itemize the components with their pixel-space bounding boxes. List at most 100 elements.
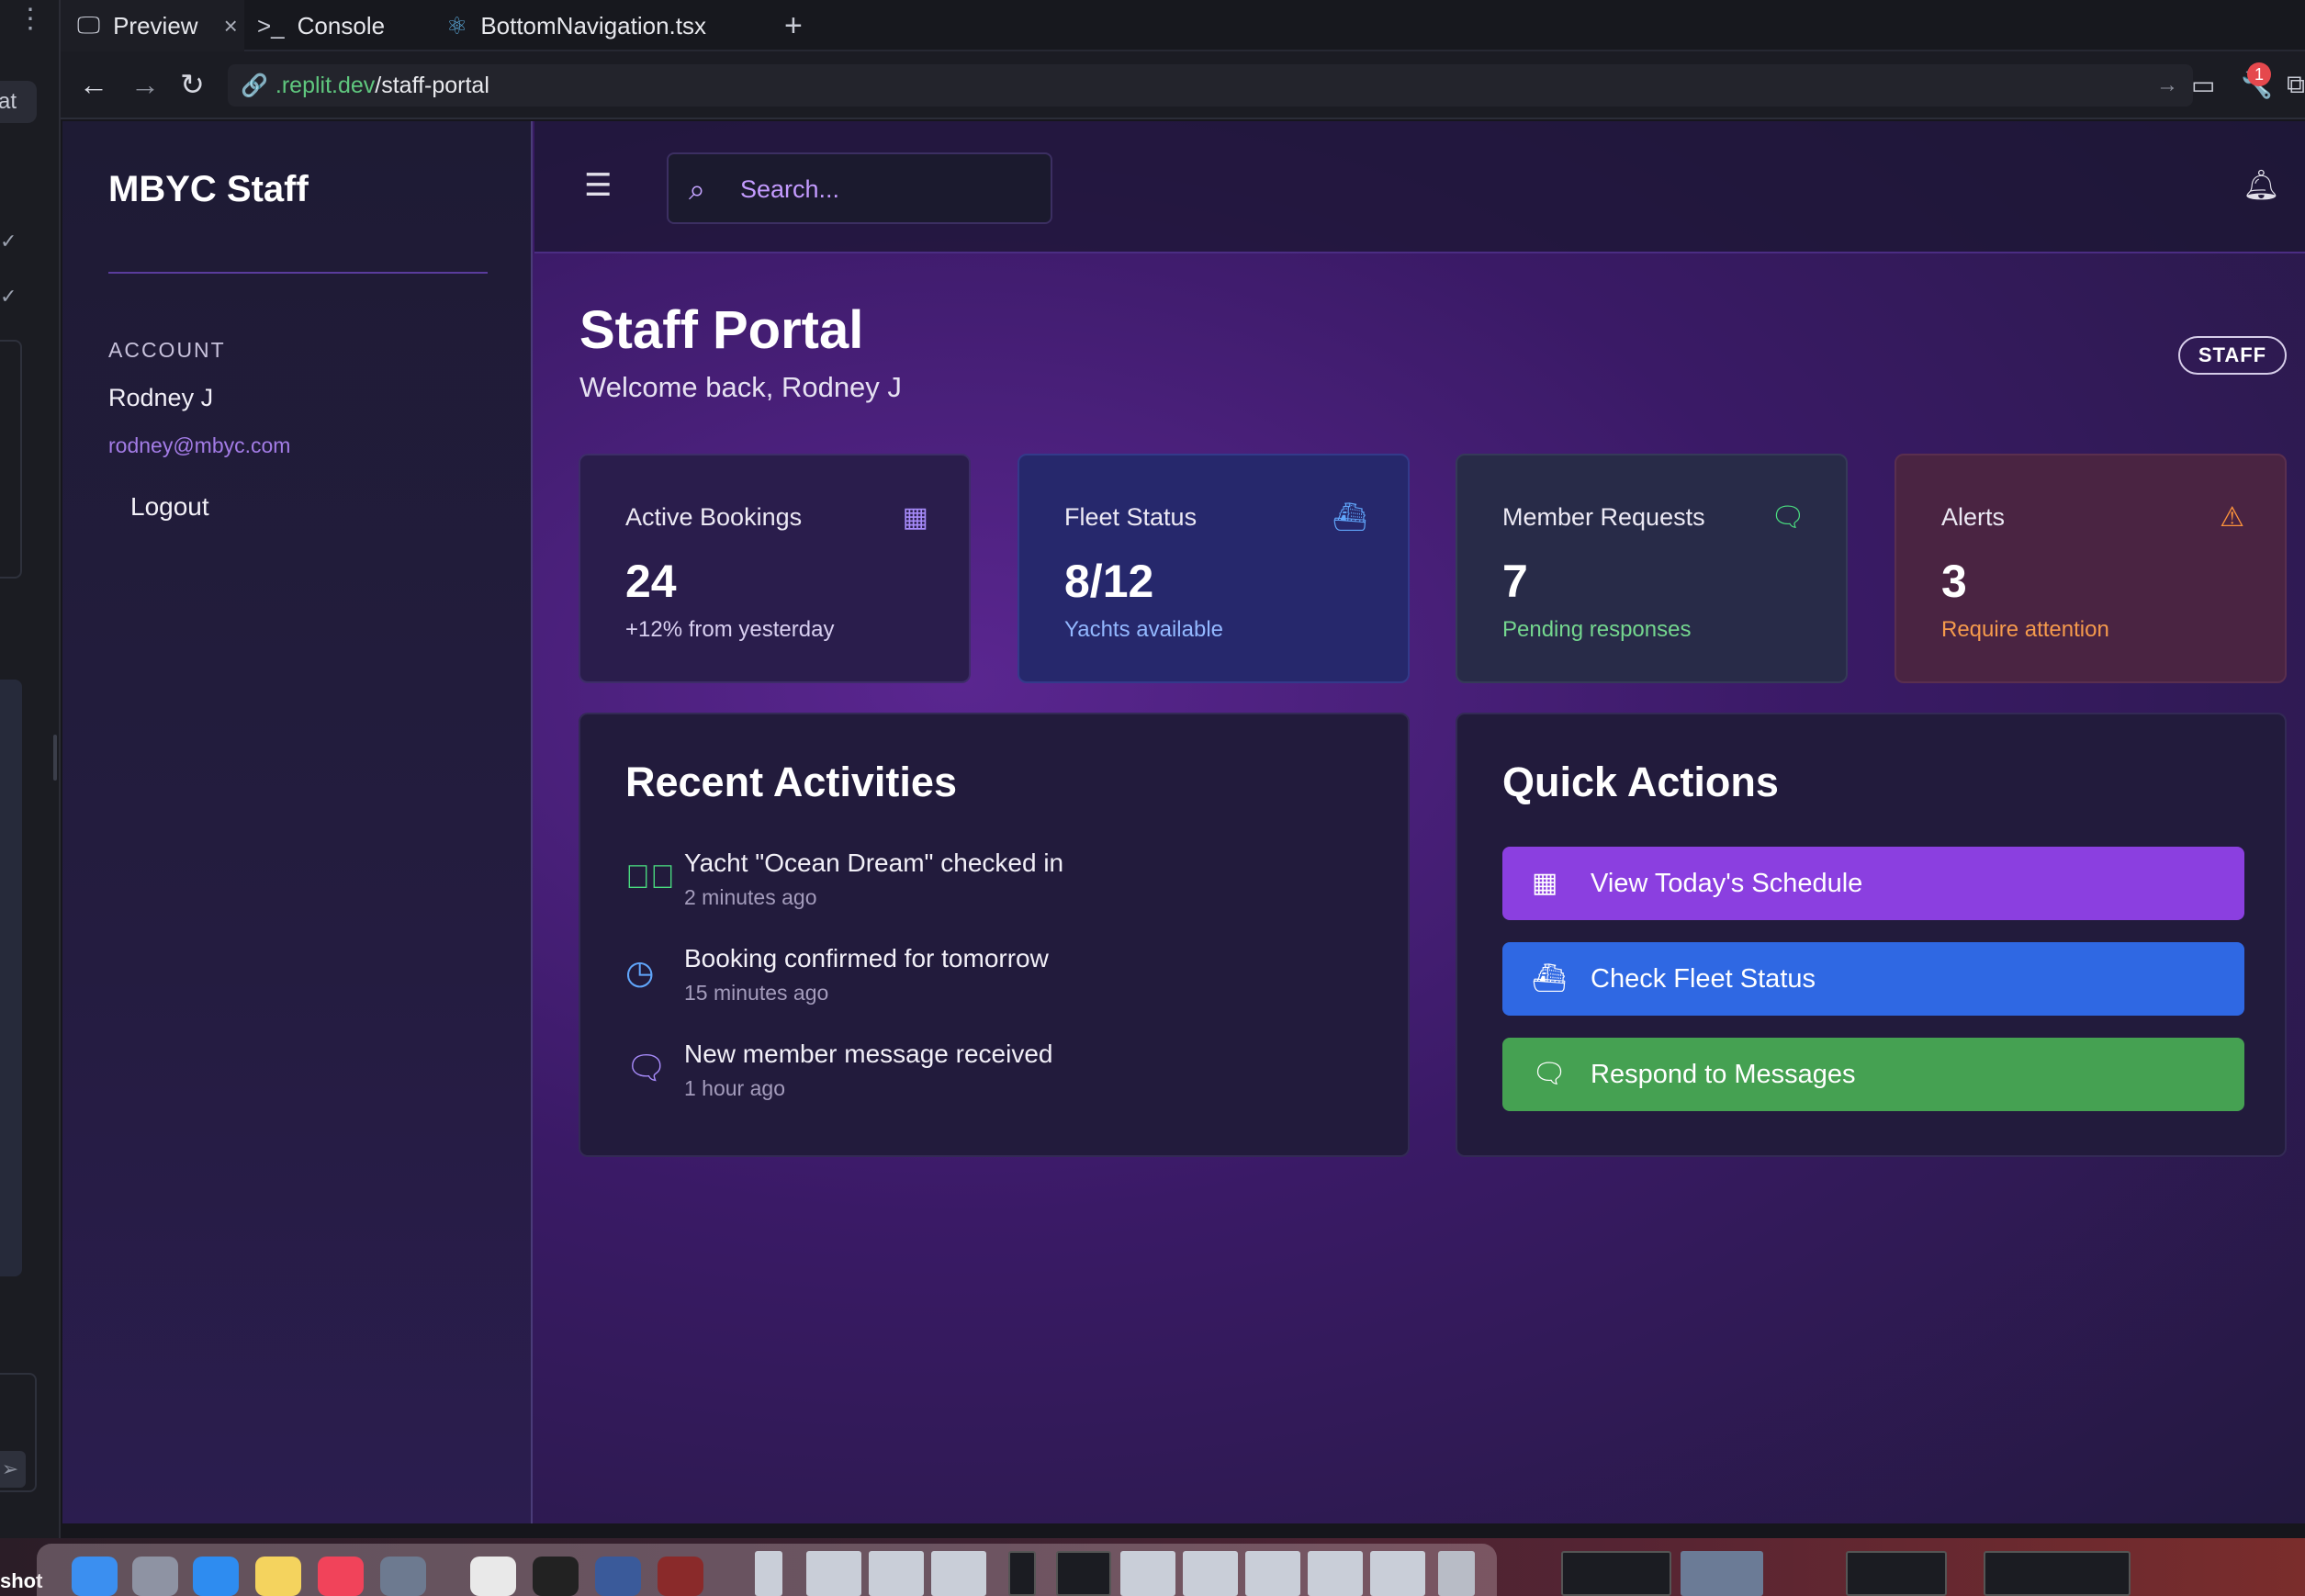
device-icon[interactable]: ▭ bbox=[2191, 70, 2215, 100]
bell-icon[interactable]: 🔔︎ bbox=[2243, 167, 2280, 202]
alert-triangle-icon: ⚠ bbox=[2220, 502, 2244, 533]
dock-thumbnail[interactable] bbox=[1370, 1551, 1425, 1596]
dock-thumbnail[interactable] bbox=[1245, 1551, 1300, 1596]
stat-label: Active Bookings bbox=[625, 503, 803, 531]
dictionary-icon[interactable] bbox=[658, 1557, 703, 1596]
resize-handle[interactable] bbox=[53, 735, 57, 781]
stat-label: Alerts bbox=[1941, 503, 2006, 531]
forward-arrow-icon[interactable]: → bbox=[130, 66, 160, 103]
terminal-icon: >_ bbox=[257, 11, 285, 39]
ship-icon: ⛴ bbox=[1532, 963, 1568, 994]
activity-item: 🗨 New member message received 1 hour ago bbox=[625, 1040, 1360, 1113]
logout-button[interactable]: Logout bbox=[130, 492, 209, 522]
finder-icon[interactable] bbox=[72, 1557, 118, 1596]
activity-time: 2 minutes ago bbox=[684, 885, 817, 909]
quick-actions-panel: Quick Actions ▦ View Today's Schedule ⛴ … bbox=[1456, 713, 2287, 1157]
stat-value: 8/12 bbox=[1064, 556, 1154, 607]
page-subtitle: Welcome back, Rodney J bbox=[579, 371, 902, 403]
macos-dock: shot bbox=[0, 1538, 2305, 1596]
safari-icon[interactable] bbox=[193, 1557, 239, 1596]
app-icon[interactable] bbox=[533, 1557, 579, 1596]
activity-text: New member message received bbox=[684, 1040, 1053, 1068]
dock-thumbnail[interactable] bbox=[1846, 1551, 1947, 1596]
external-link-icon[interactable]: ⧉ bbox=[2287, 70, 2305, 100]
stat-label: Member Requests bbox=[1502, 503, 1705, 531]
url-domain: .replit.dev bbox=[275, 72, 376, 98]
address-bar: ← → ↻ 🔗 .replit.dev /staff-portal → ▭ 🔧 … bbox=[61, 51, 2305, 119]
tab-console[interactable]: >_ Console bbox=[257, 0, 441, 51]
chat-tab[interactable]: at bbox=[0, 81, 37, 123]
dock-thumbnail[interactable] bbox=[806, 1551, 861, 1596]
message-icon: 🗨 bbox=[625, 1049, 668, 1086]
tab-bar: 🖵 Preview × >_ Console ⚛ BottomNavigatio… bbox=[61, 0, 2305, 51]
dock-thumbnail[interactable] bbox=[931, 1551, 986, 1596]
send-icon[interactable]: ➢ bbox=[0, 1451, 26, 1488]
activity-item: ◷ Booking confirmed for tomorrow 15 minu… bbox=[625, 944, 1360, 1017]
launchpad-icon[interactable] bbox=[132, 1557, 178, 1596]
url-field[interactable]: 🔗 .replit.dev /staff-portal → bbox=[228, 64, 2193, 107]
clock-icon: ◷ bbox=[625, 953, 655, 991]
activity-text: Yacht "Ocean Dream" checked in bbox=[684, 849, 1064, 877]
notes-icon[interactable] bbox=[255, 1557, 301, 1596]
check-fleet-button[interactable]: ⛴ Check Fleet Status bbox=[1502, 942, 2244, 1016]
preview-icon[interactable] bbox=[380, 1557, 426, 1596]
recent-activities-panel: Recent Activities ✓⃝ Yacht "Ocean Dream"… bbox=[579, 713, 1410, 1157]
search-icon: ⌕ bbox=[689, 173, 705, 206]
monitor-icon: 🖵 bbox=[77, 11, 101, 39]
activity-text: Booking confirmed for tomorrow bbox=[684, 944, 1049, 972]
screen: ⋮ at ✓ ✓ ➢ 🖵 Preview × >_ Console ⚛ Bott… bbox=[0, 0, 2305, 1596]
dock-thumbnail[interactable] bbox=[1183, 1551, 1238, 1596]
reload-icon[interactable]: ↻ bbox=[180, 66, 205, 103]
check-icon: ✓ bbox=[0, 285, 17, 308]
back-arrow-icon[interactable]: ← bbox=[79, 66, 108, 103]
activity-time: 1 hour ago bbox=[684, 1076, 785, 1100]
menu-icon[interactable]: ☰ bbox=[584, 167, 612, 204]
brand-title: MBYC Staff bbox=[108, 169, 309, 209]
account-heading: ACCOUNT bbox=[108, 338, 226, 362]
more-vertical-icon[interactable]: ⋮ bbox=[17, 6, 44, 44]
check-circle-icon: ✓⃝ bbox=[625, 858, 675, 895]
button-label: View Today's Schedule bbox=[1591, 869, 1863, 898]
side-card bbox=[0, 340, 22, 579]
dock-thumbnail[interactable] bbox=[869, 1551, 924, 1596]
stat-value: 3 bbox=[1941, 556, 1967, 607]
divider bbox=[108, 272, 488, 274]
trash-icon[interactable] bbox=[1438, 1551, 1475, 1596]
tab-bottom-navigation[interactable]: ⚛ BottomNavigation.tsx bbox=[446, 0, 768, 51]
dock-thumbnail[interactable] bbox=[755, 1551, 782, 1596]
open-arrow-icon[interactable]: → bbox=[2156, 73, 2178, 98]
notification-badge: 1 bbox=[2247, 62, 2271, 86]
dock-thumbnail[interactable] bbox=[1120, 1551, 1175, 1596]
app-icon[interactable] bbox=[595, 1557, 641, 1596]
dock-thumbnail[interactable] bbox=[1681, 1551, 1763, 1596]
new-tab-button[interactable]: + bbox=[784, 0, 803, 51]
sidebar: MBYC Staff ACCOUNT Rodney J rodney@mbyc.… bbox=[62, 121, 533, 1523]
search-input[interactable] bbox=[740, 171, 1034, 208]
dock-thumbnail[interactable] bbox=[1984, 1551, 2131, 1596]
user-name: Rodney J bbox=[108, 384, 214, 411]
ide-side-panel: ⋮ at ✓ ✓ ➢ bbox=[0, 0, 61, 1538]
music-icon[interactable] bbox=[318, 1557, 364, 1596]
tab-label: Preview bbox=[113, 11, 198, 39]
activity-time: 15 minutes ago bbox=[684, 981, 829, 1005]
view-schedule-button[interactable]: ▦ View Today's Schedule bbox=[1502, 847, 2244, 920]
tab-preview[interactable]: 🖵 Preview × bbox=[61, 0, 244, 51]
stat-value: 24 bbox=[625, 556, 677, 607]
dock-thumbnail[interactable] bbox=[1056, 1551, 1111, 1596]
stat-card-member-requests: Member Requests 🗨 7 Pending responses bbox=[1456, 454, 1848, 683]
url-path: /staff-portal bbox=[375, 72, 489, 98]
role-badge: STAFF bbox=[2178, 336, 2287, 375]
message-icon: 🗨 bbox=[1532, 1059, 1568, 1089]
stat-subtext: Require attention bbox=[1941, 617, 2109, 642]
chrome-icon[interactable] bbox=[470, 1557, 516, 1596]
stat-subtext: Yachts available bbox=[1064, 617, 1223, 642]
dock-thumbnail[interactable] bbox=[1561, 1551, 1671, 1596]
respond-messages-button[interactable]: 🗨 Respond to Messages bbox=[1502, 1038, 2244, 1111]
dock-thumbnail[interactable] bbox=[1308, 1551, 1363, 1596]
search-box[interactable]: ⌕ bbox=[667, 152, 1052, 224]
panel-title: Recent Activities bbox=[625, 759, 957, 805]
dock-thumbnail[interactable] bbox=[1008, 1551, 1036, 1596]
panel-title: Quick Actions bbox=[1502, 759, 1779, 805]
stat-subtext: +12% from yesterday bbox=[625, 617, 835, 642]
close-icon[interactable]: × bbox=[224, 12, 238, 40]
